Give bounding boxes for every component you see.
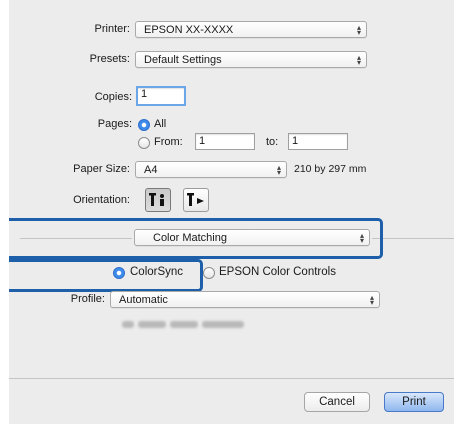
epson-color-controls-radio[interactable] xyxy=(203,267,215,279)
popup-arrows-icon: ▴ ▾ xyxy=(356,52,361,67)
print-button[interactable]: Print xyxy=(384,392,444,412)
colorsync-highlight xyxy=(2,259,203,292)
bottom-divider xyxy=(9,378,454,379)
copies-field[interactable]: 1 xyxy=(136,86,186,106)
pages-to-field[interactable]: 1 xyxy=(288,133,348,150)
paper-size-popup[interactable]: A4 ▴ ▾ xyxy=(135,161,287,178)
paper-dimensions: 210 by 297 mm xyxy=(294,163,367,175)
section-divider-right xyxy=(372,238,454,239)
presets-popup[interactable]: Default Settings ▴ ▾ xyxy=(135,51,367,68)
pages-all-radio[interactable] xyxy=(138,119,150,131)
epson-color-controls-label: EPSON Color Controls xyxy=(219,266,336,278)
profile-label: Profile: xyxy=(70,293,105,305)
popup-arrows-icon: ▴ ▾ xyxy=(356,22,361,37)
pages-all-label: All xyxy=(154,118,167,130)
orientation-label: Orientation: xyxy=(73,194,130,206)
profile-value: Automatic xyxy=(119,293,168,306)
pages-from-field[interactable]: 1 xyxy=(195,133,255,150)
pages-from-radio[interactable] xyxy=(138,137,150,149)
profile-popup[interactable]: Automatic ▴ ▾ xyxy=(110,291,380,308)
printer-popup[interactable]: EPSON XX-XXXX ▴ ▾ xyxy=(135,21,367,38)
paper-size-value: A4 xyxy=(144,163,158,176)
landscape-icon xyxy=(187,193,204,206)
left-margin xyxy=(0,0,9,424)
landscape-button[interactable] xyxy=(183,188,209,212)
pages-label: Pages: xyxy=(97,118,132,130)
printer-value: EPSON XX-XXXX xyxy=(144,23,234,36)
copies-label: Copies: xyxy=(94,91,132,103)
portrait-icon xyxy=(149,193,164,206)
popup-arrows-icon: ▴ ▾ xyxy=(369,292,374,307)
pages-to-label: to: xyxy=(266,136,279,148)
portrait-button[interactable] xyxy=(145,188,171,212)
print-dialog: Printer: EPSON XX-XXXX ▴ ▾ Presets: Defau… xyxy=(0,0,454,424)
cancel-button[interactable]: Cancel xyxy=(304,392,370,412)
pages-from-label: From: xyxy=(154,136,183,148)
presets-label: Presets: xyxy=(89,53,130,65)
popup-arrows-icon: ▴ ▾ xyxy=(276,162,281,177)
section-highlight xyxy=(4,218,383,259)
paper-size-label: Paper Size: xyxy=(73,163,130,175)
printer-label: Printer: xyxy=(94,23,130,35)
presets-value: Default Settings xyxy=(144,53,222,66)
